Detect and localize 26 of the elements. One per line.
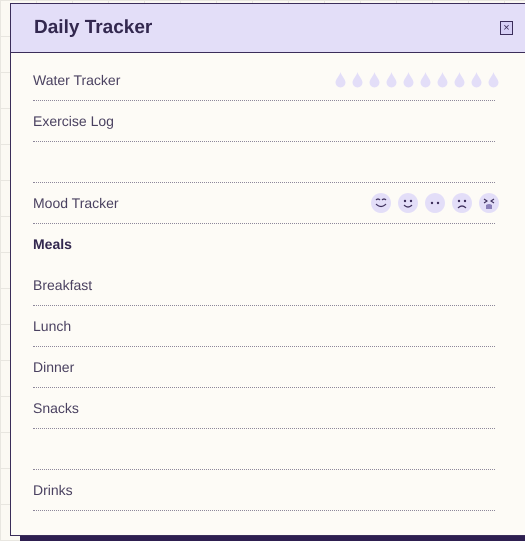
window-title: Daily Tracker bbox=[34, 16, 154, 40]
water-drop-icon[interactable] bbox=[335, 72, 346, 88]
water-drop-icon[interactable] bbox=[420, 72, 431, 88]
tracker-label: Snacks bbox=[33, 398, 80, 418]
water-drop-icon[interactable] bbox=[437, 72, 448, 88]
happy-face-icon[interactable] bbox=[398, 193, 418, 213]
water-drop-icon[interactable] bbox=[352, 72, 363, 88]
tracker-label: Drinks bbox=[33, 480, 74, 500]
water-drop-icon[interactable] bbox=[471, 72, 482, 88]
water-drop-icon[interactable] bbox=[488, 72, 499, 88]
water-drop-icon[interactable] bbox=[403, 72, 414, 88]
close-button[interactable]: × bbox=[500, 21, 513, 35]
tracker-label: Dinner bbox=[33, 358, 76, 376]
water-drop-icon[interactable] bbox=[369, 72, 380, 88]
tracker-label: Mood Tracker bbox=[33, 194, 120, 212]
sad-face-icon[interactable] bbox=[452, 193, 472, 213]
smiling-face-icon[interactable] bbox=[371, 193, 391, 213]
tracker-label: Lunch bbox=[33, 316, 72, 336]
section-heading: Meals bbox=[33, 235, 73, 254]
tracker-label: Water Tracker bbox=[33, 70, 122, 90]
water-drop-icon[interactable] bbox=[386, 72, 397, 88]
crying-face-icon[interactable] bbox=[479, 193, 499, 213]
tracker-label: Breakfast bbox=[33, 276, 94, 294]
neutral-face-icon[interactable] bbox=[425, 193, 445, 213]
water-drop-icon[interactable] bbox=[454, 72, 465, 88]
tracker-label: Exercise Log bbox=[33, 112, 115, 131]
